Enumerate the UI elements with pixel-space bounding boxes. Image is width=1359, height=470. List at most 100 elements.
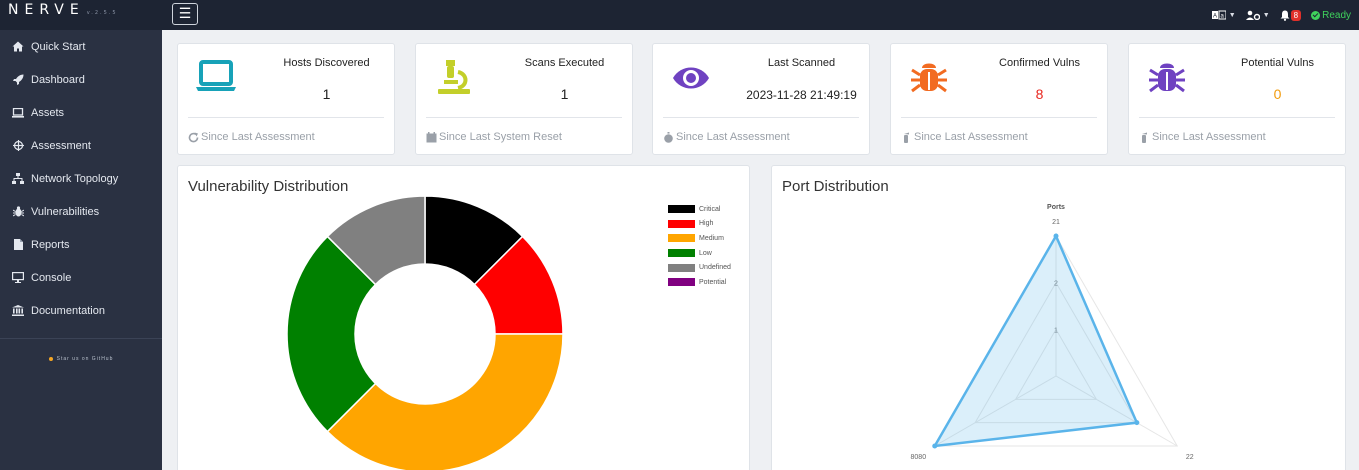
- legend-item-high[interactable]: High: [668, 217, 731, 232]
- legend-item-critical[interactable]: Critical: [668, 202, 731, 217]
- bell-icon: [1280, 10, 1290, 21]
- menu-toggle-button[interactable]: ☰: [172, 3, 198, 25]
- legend-swatch: [668, 234, 695, 243]
- card-title: Scans Executed: [524, 57, 605, 69]
- card-footer-text: Since Last Assessment: [1152, 131, 1266, 143]
- card-footer: Since Last Assessment: [663, 131, 790, 143]
- card-title: Hosts Discovered: [283, 57, 370, 69]
- sidebar-item-vulnerabilities[interactable]: Vulnerabilities: [0, 195, 162, 228]
- status-text: Ready: [1322, 9, 1351, 21]
- hamburger-icon: ☰: [178, 5, 192, 21]
- eye-icon: [673, 67, 709, 89]
- radar-chart-title: Ports: [1047, 204, 1065, 211]
- sidebar-item-label: Dashboard: [31, 73, 85, 86]
- stopwatch-icon: [664, 131, 673, 143]
- stat-card-scans-executed: Scans Executed 1 Since Last System Reset: [415, 43, 633, 155]
- notifications-button[interactable]: 8: [1280, 9, 1302, 21]
- card-footer-text: Since Last Assessment: [676, 131, 790, 143]
- sidebar-item-label: Documentation: [31, 304, 105, 317]
- github-star-label: Star us on GitHub: [56, 356, 114, 362]
- sidebar-item-label: Console: [31, 271, 72, 284]
- sidebar-item-assets[interactable]: Assets: [0, 96, 162, 129]
- donut-slice-medium[interactable]: [326, 333, 564, 470]
- chevron-down-icon: ▼: [1228, 11, 1236, 19]
- sidebar-item-label: Reports: [31, 238, 70, 251]
- sidebar-item-reports[interactable]: Reports: [0, 228, 162, 261]
- language-dropdown[interactable]: A a ▼: [1211, 10, 1236, 20]
- legend-label: Critical: [699, 205, 721, 213]
- sidebar-nav: Quick Start Dashboard Assets Assessment …: [0, 30, 162, 327]
- sidebar-item-label: Quick Start: [31, 40, 86, 53]
- legend-item-potential[interactable]: Potential: [668, 275, 731, 290]
- legend-item-low[interactable]: Low: [668, 246, 731, 261]
- sidebar-item-documentation[interactable]: Documentation: [0, 294, 162, 327]
- legend-label: High: [699, 220, 714, 228]
- card-value: 2023-11-28 21:49:19: [746, 88, 857, 102]
- university-icon: [12, 305, 24, 317]
- card-footer: Since Last Assessment: [1139, 131, 1266, 143]
- notifications-badge: 8: [1290, 9, 1302, 21]
- radar-point-21[interactable]: [1053, 233, 1059, 239]
- chevron-down-icon: ▼: [1262, 11, 1270, 19]
- chart-legend: Critical High Medium Low Undefined Potential: [668, 202, 731, 290]
- file-icon: [12, 239, 24, 251]
- github-star-link[interactable]: Star us on GitHub: [0, 356, 162, 362]
- card-footer: Since Last System Reset: [426, 131, 562, 143]
- crosshairs-icon: [12, 140, 24, 152]
- bug-icon: [911, 63, 947, 93]
- card-divider: [1139, 117, 1335, 118]
- bug-icon: [1149, 63, 1185, 93]
- legend-label: Medium: [699, 234, 724, 242]
- rocket-icon: [12, 74, 24, 86]
- language-icon: A a: [1211, 10, 1226, 20]
- radar-point-22[interactable]: [1134, 420, 1140, 426]
- card-title: Last Scanned: [767, 57, 836, 69]
- legend-swatch: [668, 263, 695, 272]
- legend-swatch: [668, 249, 695, 258]
- user-cog-icon: [1245, 10, 1260, 20]
- card-footer-text: Since Last Assessment: [201, 131, 315, 143]
- legend-label: Undefined: [699, 264, 731, 272]
- radar-axis-label-8080: 8080: [911, 454, 927, 461]
- fire-extinguisher-icon: [1142, 132, 1147, 143]
- sidebar-item-label: Network Topology: [31, 172, 119, 185]
- star-icon: [48, 356, 53, 361]
- sidebar-item-dashboard[interactable]: Dashboard: [0, 63, 162, 96]
- brand-logo[interactable]: NERVE v.2.5.5: [8, 2, 118, 18]
- stat-card-hosts-discovered: Hosts Discovered 1 Since Last Assessment: [177, 43, 395, 155]
- card-title: Potential Vulns: [1241, 57, 1314, 69]
- sidebar-item-quick-start[interactable]: Quick Start: [0, 30, 162, 63]
- legend-swatch: [668, 278, 695, 287]
- user-dropdown[interactable]: ▼: [1245, 10, 1270, 20]
- sidebar-item-console[interactable]: Console: [0, 261, 162, 294]
- fire-extinguisher-icon: [904, 132, 909, 143]
- brand-name: NERVE: [8, 2, 85, 18]
- card-footer-text: Since Last Assessment: [914, 131, 1028, 143]
- stat-card-confirmed-vulns: Confirmed Vulns 8 Since Last Assessment: [890, 43, 1108, 155]
- home-icon: [12, 41, 24, 53]
- sidebar-item-assessment[interactable]: Assessment: [0, 129, 162, 162]
- card-divider: [188, 117, 384, 118]
- status-indicator: Ready: [1311, 10, 1351, 21]
- card-value: 1: [560, 86, 569, 102]
- radar-axis-label-22: 22: [1186, 454, 1194, 461]
- stat-card-potential-vulns: Potential Vulns 0 Since Last Assessment: [1128, 43, 1346, 155]
- sidebar-item-label: Assets: [31, 106, 65, 119]
- sidebar-divider: [0, 338, 162, 339]
- radar-point-8080[interactable]: [932, 443, 938, 449]
- sidebar-item-network-topology[interactable]: Network Topology: [0, 162, 162, 195]
- stat-card-last-scanned: Last Scanned 2023-11-28 21:49:19 Since L…: [652, 43, 870, 155]
- card-value: 8: [1035, 86, 1044, 102]
- radar-axis-label-21: 21: [1052, 219, 1060, 226]
- sidebar: Quick Start Dashboard Assets Assessment …: [0, 30, 162, 470]
- card-divider: [426, 117, 622, 118]
- port-distribution-panel: Port Distribution 1221228080Ports: [771, 165, 1346, 470]
- vulnerability-donut-chart: [286, 195, 564, 470]
- legend-label: Potential: [699, 278, 727, 286]
- card-value: 1: [322, 86, 331, 102]
- legend-item-medium[interactable]: Medium: [668, 231, 731, 246]
- refresh-icon: [188, 132, 199, 142]
- check-circle-icon: [1311, 10, 1321, 20]
- legend-item-undefined[interactable]: Undefined: [668, 260, 731, 275]
- card-value: 0: [1273, 86, 1282, 102]
